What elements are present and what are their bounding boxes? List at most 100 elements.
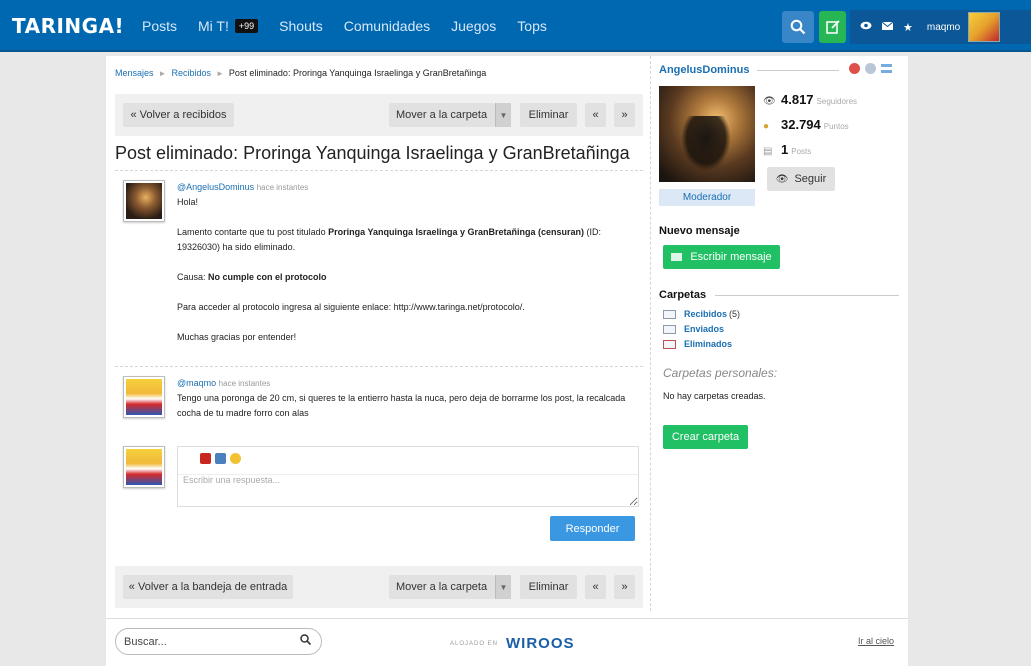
move-to-folder-label: Mover a la carpeta bbox=[396, 581, 488, 593]
avatar-image bbox=[126, 449, 162, 485]
search-icon[interactable] bbox=[300, 634, 312, 648]
rank-icon bbox=[849, 63, 860, 74]
top-username[interactable]: maqmo bbox=[927, 22, 960, 33]
next-message-button[interactable]: » bbox=[614, 103, 635, 127]
footer-search bbox=[115, 628, 322, 655]
chevron-down-icon[interactable]: ▼ bbox=[495, 103, 511, 127]
profile-badges bbox=[844, 63, 892, 74]
eye-icon[interactable] bbox=[860, 21, 872, 33]
move-to-folder-select[interactable]: Mover a la carpeta bbox=[389, 575, 495, 599]
stat-points: ● 32.794 Puntos bbox=[763, 117, 849, 132]
nav-juegos[interactable]: Juegos bbox=[451, 18, 496, 34]
stat-posts: ▤ 1 Posts bbox=[763, 142, 811, 157]
avatar-image bbox=[126, 183, 162, 219]
avatar[interactable] bbox=[123, 376, 165, 418]
image-icon[interactable] bbox=[215, 453, 226, 464]
personal-folders-title: Carpetas personales: bbox=[663, 366, 778, 380]
write-message-button[interactable]: Escribir mensaje bbox=[663, 245, 780, 269]
message-author[interactable]: @AngelusDominus bbox=[177, 182, 254, 192]
no-folders-text: No hay carpetas creadas. bbox=[663, 391, 766, 401]
move-to-folder-label: Mover a la carpeta bbox=[396, 109, 488, 121]
folder-count: (5) bbox=[729, 309, 741, 319]
message-body: @AngelusDominus hace instantes Hola! Lam… bbox=[177, 180, 637, 345]
coin-icon: ● bbox=[763, 121, 770, 132]
envelope-icon bbox=[663, 324, 676, 334]
posts-value: 1 bbox=[781, 142, 789, 157]
user-menu: ★ maqmo bbox=[850, 10, 1031, 44]
new-message-title: Nuevo mensaje bbox=[659, 225, 740, 237]
role-badge: Moderador bbox=[659, 189, 755, 206]
chevron-down-icon[interactable]: ▼ bbox=[495, 575, 511, 599]
message-author[interactable]: @maqmo bbox=[177, 378, 216, 388]
back-to-inbox-button[interactable]: « Volver a la bandeja de entrada bbox=[123, 575, 293, 599]
profile-image[interactable] bbox=[659, 86, 755, 182]
breadcrumb-separator-icon: ► bbox=[215, 68, 224, 78]
post-title-bold: Proringa Yanquinga Israelinga y GranBret… bbox=[328, 227, 585, 237]
search-icon bbox=[790, 19, 806, 35]
emoji-icon[interactable] bbox=[230, 453, 241, 464]
breadcrumb: Mensajes ► Recibidos ► Post eliminado: P… bbox=[115, 68, 486, 78]
top-avatar[interactable] bbox=[968, 12, 1001, 42]
toolbar-top: « Volver a recibidos Mover a la carpeta … bbox=[115, 94, 643, 136]
mail-icon bbox=[671, 253, 683, 261]
breadcrumb-recibidos[interactable]: Recibidos bbox=[171, 68, 211, 78]
message-paragraph: Muchas gracias por entender! bbox=[177, 332, 297, 342]
flag-icon bbox=[881, 64, 892, 73]
hosting-brand-logo: WIROOS bbox=[506, 635, 575, 652]
move-to-folder-select[interactable]: Mover a la carpeta bbox=[389, 103, 495, 127]
divider bbox=[757, 70, 839, 71]
top-bar: TARINGA! Posts Mi T! +99 Shouts Comunida… bbox=[0, 0, 1031, 52]
youtube-icon[interactable] bbox=[200, 453, 211, 464]
nav-mit-label: Mi T! bbox=[198, 18, 229, 34]
top-search-button[interactable] bbox=[782, 11, 814, 43]
nav-posts[interactable]: Posts bbox=[142, 18, 177, 34]
breadcrumb-mensajes[interactable]: Mensajes bbox=[115, 68, 154, 78]
next-message-button[interactable]: » bbox=[614, 575, 635, 599]
folder-item-recibidos[interactable]: Recibidos (5) bbox=[663, 309, 740, 319]
reply-input[interactable] bbox=[178, 474, 638, 506]
message-cause: Causa: No cumple con el protocolo bbox=[177, 270, 637, 285]
message-item: @AngelusDominus hace instantes Hola! Lam… bbox=[115, 170, 643, 366]
back-to-inbox-button[interactable]: « Volver a recibidos bbox=[123, 103, 234, 127]
footer: ALOJADO EN WIROOS Ir al cielo bbox=[106, 618, 908, 666]
nav-mit[interactable]: Mi T! +99 bbox=[198, 18, 259, 34]
nav-tops[interactable]: Tops bbox=[517, 18, 547, 34]
back-to-top-link[interactable]: Ir al cielo bbox=[858, 636, 894, 646]
taringa-logo[interactable]: TARINGA! bbox=[12, 14, 124, 38]
mail-icon[interactable] bbox=[881, 21, 894, 33]
star-icon[interactable]: ★ bbox=[903, 21, 913, 34]
reply-box bbox=[177, 446, 639, 507]
create-folder-button[interactable]: Crear carpeta bbox=[663, 425, 748, 449]
eye-icon: 👁 bbox=[775, 173, 789, 185]
folder-item-eliminados[interactable]: Eliminados bbox=[663, 339, 732, 349]
folder-label[interactable]: Eliminados bbox=[684, 339, 732, 349]
breadcrumb-separator-icon: ► bbox=[158, 68, 167, 78]
nav-shouts[interactable]: Shouts bbox=[279, 18, 323, 34]
delete-button[interactable]: Eliminar bbox=[520, 575, 577, 599]
folder-label[interactable]: Enviados bbox=[684, 324, 724, 334]
nav-comunidades[interactable]: Comunidades bbox=[344, 18, 430, 34]
follow-button[interactable]: 👁 Seguir bbox=[767, 167, 835, 191]
profile-name[interactable]: AngelusDominus bbox=[659, 64, 749, 76]
avatar[interactable] bbox=[123, 446, 165, 488]
write-message-label: Escribir mensaje bbox=[690, 251, 772, 263]
column-divider bbox=[650, 56, 651, 611]
follow-label: Seguir bbox=[794, 173, 827, 185]
folder-item-enviados[interactable]: Enviados bbox=[663, 324, 724, 334]
message-body: @maqmo hace instantes Tengo una poronga … bbox=[177, 376, 637, 421]
folders-title: Carpetas bbox=[659, 289, 707, 301]
avatar[interactable] bbox=[123, 180, 165, 222]
prev-message-button[interactable]: « bbox=[585, 575, 606, 599]
message-item: @maqmo hace instantes Tengo una poronga … bbox=[115, 366, 643, 436]
delete-button[interactable]: Eliminar bbox=[520, 103, 577, 127]
reply-button[interactable]: Responder bbox=[550, 516, 635, 541]
document-icon: ▤ bbox=[763, 146, 773, 157]
new-post-button[interactable] bbox=[819, 11, 846, 43]
footer-search-input[interactable] bbox=[124, 634, 294, 650]
cause-value: No cumple con el protocolo bbox=[208, 272, 327, 282]
hosted-by[interactable]: ALOJADO EN WIROOS bbox=[450, 635, 575, 652]
prev-message-button[interactable]: « bbox=[585, 103, 606, 127]
avatar-image bbox=[126, 379, 162, 415]
eye-icon: 👁 bbox=[763, 96, 776, 107]
folder-label[interactable]: Recibidos bbox=[684, 309, 727, 319]
